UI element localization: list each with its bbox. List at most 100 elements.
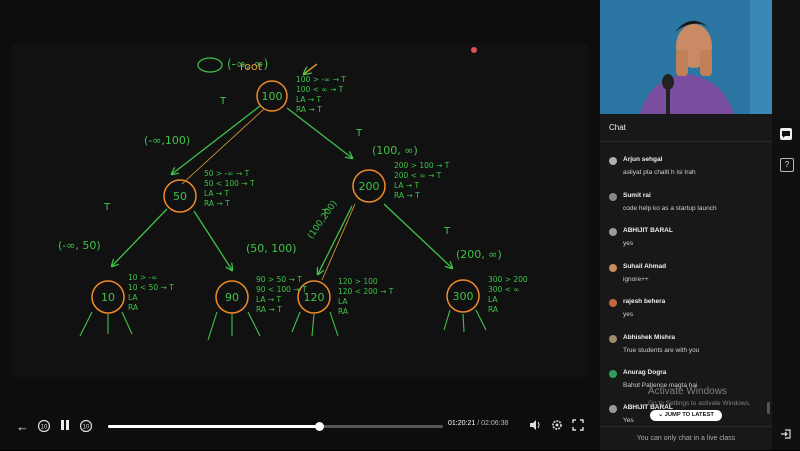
node-check-line: 120 > 100 <box>338 277 378 286</box>
forward-10-button[interactable]: 10 <box>78 419 94 437</box>
settings-gear-icon[interactable] <box>550 419 564 435</box>
range-label: (200, ∞) <box>456 248 502 261</box>
node-check-line: RA → T <box>256 305 282 314</box>
chat-text: asliyat pta chalti h isi trah <box>623 169 696 176</box>
svg-text:100: 100 <box>262 90 283 103</box>
svg-text:10: 10 <box>101 291 115 304</box>
node-check-line: 50 < 100 → T <box>204 179 255 188</box>
avatar <box>609 157 617 165</box>
time-separator: / <box>477 420 480 427</box>
node-check-line: 100 > -∞ → T <box>296 75 346 84</box>
chat-text: ignore++ <box>623 276 649 283</box>
windows-watermark-title: Activate Windows <box>648 386 727 397</box>
node-check-line: RA <box>338 307 349 316</box>
laser-pointer-dot <box>471 47 477 53</box>
node-check-line: RA → T <box>296 105 322 114</box>
video-player: root (-∞, ∞) (-∞,100) (100, ∞) (-∞, 50) … <box>0 0 600 450</box>
chat-author: Abhishek Mishra <box>623 334 676 341</box>
instructor-webcam <box>600 0 772 114</box>
chat-author: rajesh behera <box>623 298 666 305</box>
svg-text:200: 200 <box>359 180 380 193</box>
node-check-line: LA <box>128 293 138 302</box>
chat-author: Suhail Ahmad <box>623 263 667 270</box>
chat-author: Arjun sehgal <box>623 156 663 163</box>
whiteboard-frame: root (-∞, ∞) (-∞,100) (100, ∞) (-∞, 50) … <box>12 44 588 378</box>
duration: 02:06:38 <box>481 420 509 427</box>
node-300: 300 <box>446 279 480 313</box>
pause-button[interactable] <box>58 419 72 435</box>
node-check-line: LA → T <box>296 95 322 104</box>
side-rail: ? <box>772 114 800 450</box>
node-check-line: RA <box>128 303 139 312</box>
chat-title: Chat <box>609 123 626 132</box>
rewind-icon: 10 <box>37 419 51 433</box>
fullscreen-icon[interactable] <box>571 419 585 435</box>
chat-text: yes <box>623 311 634 318</box>
node-check-line: RA → T <box>394 191 420 200</box>
node-50: 50 <box>163 179 197 213</box>
rewind-10-button[interactable]: 10 <box>36 419 52 437</box>
current-time: 01:20:21 <box>448 420 476 427</box>
node-check-line: 200 < ∞ → T <box>394 171 442 180</box>
node-check-line: RA <box>488 305 499 314</box>
t-mark: T <box>443 226 451 237</box>
bst-whiteboard: root (-∞, ∞) (-∞,100) (100, ∞) (-∞, 50) … <box>58 47 528 341</box>
avatar <box>609 228 617 236</box>
svg-text:50: 50 <box>173 190 187 203</box>
chat-text: True students are with you <box>623 347 700 354</box>
chat-bubble-icon[interactable] <box>780 128 792 140</box>
node-check-line: 100 < ∞ → T <box>296 85 344 94</box>
forward-icon: 10 <box>79 419 93 433</box>
node-check-line: LA → T <box>204 189 230 198</box>
svg-text:10: 10 <box>41 425 48 431</box>
range-label: (-∞,100) <box>144 134 190 147</box>
divider <box>600 141 772 142</box>
node-check-line: LA <box>338 297 348 306</box>
range-label: (-∞, 50) <box>58 239 101 252</box>
chat-text: code help ko as a startup launch <box>623 205 717 212</box>
seek-bar[interactable] <box>108 422 443 431</box>
node-check-line: LA <box>488 295 498 304</box>
node-check-line: 300 > 200 <box>488 275 528 284</box>
range-label: (100, ∞) <box>372 144 418 157</box>
node-check-line: 200 > 100 → T <box>394 161 450 170</box>
chat-author: ABHIJIT BARAL <box>623 227 673 234</box>
svg-text:90: 90 <box>225 291 239 304</box>
node-check-line: LA → T <box>394 181 420 190</box>
svg-text:300: 300 <box>453 290 474 303</box>
avatar <box>609 299 617 307</box>
chat-text: Yes <box>623 417 634 424</box>
node-check-line: 10 > -∞ <box>128 273 158 282</box>
node-check-line: LA → T <box>256 295 282 304</box>
node-check-line: 120 < 200 → T <box>338 287 394 296</box>
node-check-line: 10 < 50 → T <box>128 283 174 292</box>
t-mark: T <box>321 208 329 219</box>
chat-text: yes <box>623 240 634 247</box>
avatar <box>609 193 617 201</box>
exit-icon[interactable] <box>780 428 792 440</box>
back-arrow-icon[interactable]: ← <box>16 419 29 435</box>
question-icon[interactable]: ? <box>780 158 794 172</box>
node-check-line: 90 < 100 → T <box>256 285 307 294</box>
node-200: 200 <box>352 169 386 203</box>
t-mark: T <box>103 202 111 213</box>
node-90: 90 <box>215 280 249 314</box>
windows-watermark-subtitle: Go to Settings to activate Windows. <box>648 400 751 407</box>
chat-scrollbar[interactable] <box>767 402 770 414</box>
t-mark: T <box>355 128 363 139</box>
avatar <box>609 264 617 272</box>
jump-to-latest-button[interactable]: ⌄ JUMP TO LATEST <box>650 410 722 421</box>
node-100: 100 <box>256 80 288 112</box>
range-label: (100,200) <box>306 199 340 241</box>
avatar <box>609 370 617 378</box>
range-label: (50, 100) <box>246 242 297 255</box>
avatar <box>609 335 617 343</box>
chat-author: Sumit rai <box>623 192 651 199</box>
avatar <box>609 405 617 413</box>
volume-icon[interactable] <box>528 419 542 435</box>
time-readout: 01:20:21 / 02:06:38 <box>448 420 508 427</box>
node-check-line: 50 > -∞ → T <box>204 169 250 178</box>
range-label: (-∞, ∞) <box>227 57 268 71</box>
node-check-line: RA → T <box>204 199 230 208</box>
node-check-line: 90 > 50 → T <box>256 275 302 284</box>
